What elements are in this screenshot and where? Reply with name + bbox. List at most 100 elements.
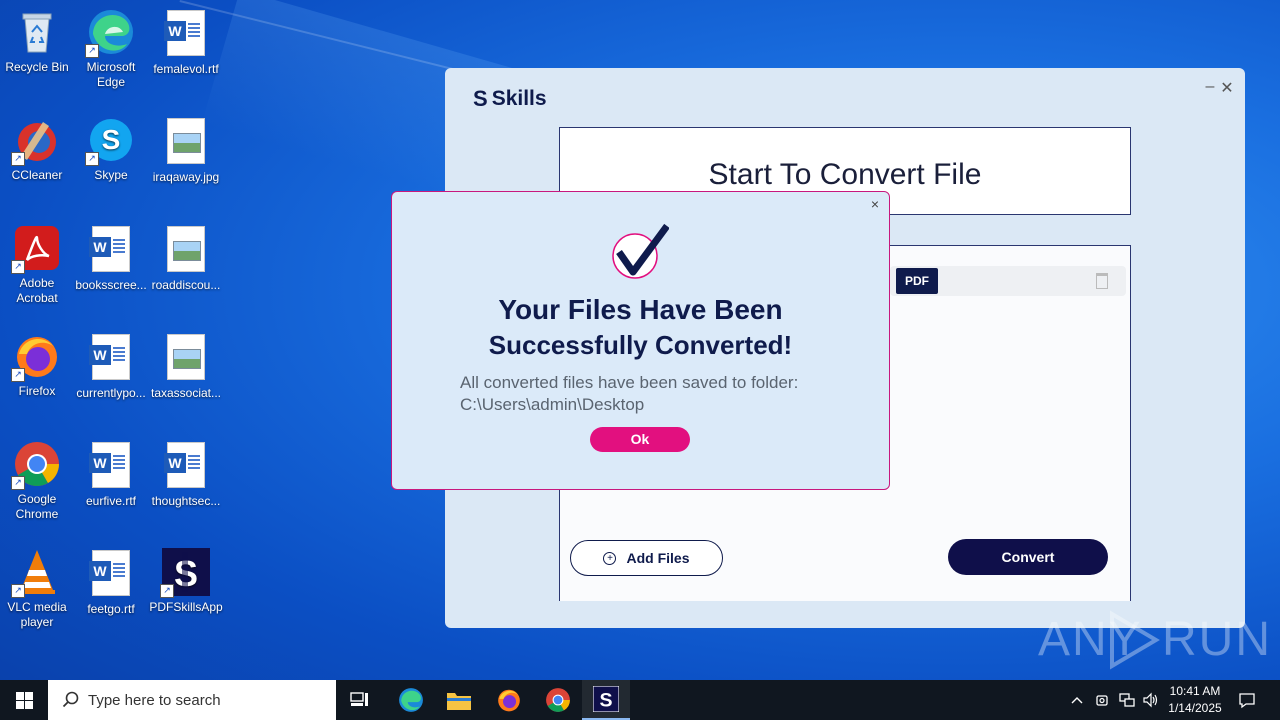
shortcut-arrow-icon: ↗ [11, 260, 25, 274]
desktop-icon-adobe-acrobat[interactable]: ↗ Adobe Acrobat [0, 224, 74, 306]
word-document-icon: W [87, 334, 135, 382]
desktop-icon-label: Microsoft Edge [86, 60, 136, 89]
desktop-icon-label: thoughtsec... [151, 494, 221, 508]
desktop-icon-recycle-bin[interactable]: Recycle Bin [0, 8, 74, 75]
desktop-icon-roaddiscou[interactable]: roaddiscou... [149, 224, 223, 293]
desktop-icon-eurfive[interactable]: W eurfive.rtf [74, 440, 148, 509]
svg-text:S: S [599, 690, 612, 712]
desktop-icon-pdfskillsapp[interactable]: S ↗ PDFSkillsApp [149, 548, 223, 615]
firefox-icon: ↗ [11, 332, 61, 382]
trash-icon[interactable] [1096, 273, 1108, 289]
watermark-play-icon [1110, 610, 1160, 670]
desktop-icon-google-chrome[interactable]: ↗ Google Chrome [0, 440, 74, 522]
image-file-icon [162, 226, 210, 274]
taskbar-pdfskills[interactable]: S [582, 680, 630, 720]
image-file-icon [162, 334, 210, 382]
shortcut-arrow-icon: ↗ [11, 476, 25, 490]
taskbar-chrome[interactable] [534, 680, 582, 720]
desktop-icon-thoughtsec[interactable]: W thoughtsec... [149, 440, 223, 509]
desktop-icon-label: eurfive.rtf [85, 494, 136, 508]
add-circle-icon: + [603, 551, 617, 565]
recycle-bin-icon [13, 8, 61, 56]
search-placeholder: Type here to search [88, 691, 221, 709]
add-files-label: Add Files [626, 550, 690, 566]
taskbar-edge[interactable] [387, 680, 435, 720]
start-button[interactable] [0, 680, 48, 720]
edge-icon [399, 688, 423, 712]
success-dialog: × Your Files Have Been Successfully Conv… [391, 191, 890, 490]
network-icon [1119, 693, 1135, 707]
word-document-icon: W [87, 442, 135, 490]
convert-button[interactable]: Convert [948, 539, 1108, 575]
shortcut-arrow-icon: ↗ [160, 584, 174, 598]
show-hidden-icons-button[interactable] [1070, 680, 1084, 720]
taskbar: Type here to search S 10:41 AM 1/14/2025 [0, 680, 1280, 720]
meet-now-button[interactable] [1095, 680, 1111, 720]
desktop-icon-label: Skype [94, 168, 128, 182]
desktop-icon-label: Google Chrome [15, 492, 59, 521]
word-document-icon: W [162, 10, 210, 58]
volume-button[interactable] [1142, 680, 1160, 720]
shortcut-arrow-icon: ↗ [11, 368, 25, 382]
svg-text:S: S [102, 124, 121, 155]
desktop-icon-label: Recycle Bin [5, 60, 69, 74]
desktop-icon-label: booksscree... [75, 278, 147, 292]
page-title: Start To Convert File [708, 158, 982, 191]
desktop-icon-iraqaway[interactable]: iraqaway.jpg [149, 116, 223, 185]
desktop-icon-label: taxassociat... [150, 386, 222, 400]
shortcut-arrow-icon: ↗ [11, 584, 25, 598]
image-file-icon [162, 118, 210, 166]
shortcut-arrow-icon: ↗ [85, 44, 99, 58]
close-window-button[interactable]: ✕ [1219, 78, 1235, 98]
desktop-icon-currentlypo[interactable]: W currentlypo... [74, 332, 148, 401]
acrobat-icon: ↗ [11, 224, 61, 274]
taskbar-file-explorer[interactable] [435, 680, 483, 720]
desktop-icon-microsoft-edge[interactable]: ↗ Microsoft Edge [74, 8, 148, 90]
shortcut-arrow-icon: ↗ [85, 152, 99, 166]
close-dialog-button[interactable]: × [871, 196, 879, 212]
ccleaner-icon: ↗ [11, 116, 61, 166]
desktop-icon-label: PDFSkillsApp [149, 600, 223, 614]
desktop-icon-skype[interactable]: S ↗ Skype [74, 116, 148, 183]
dialog-message: All converted files have been saved to f… [460, 372, 840, 416]
desktop-icon-booksscree[interactable]: W booksscree... [74, 224, 148, 293]
edge-icon: ↗ [85, 8, 135, 58]
task-view-icon [350, 692, 368, 706]
dialog-message-line1: All converted files have been saved to f… [460, 373, 799, 392]
taskbar-clock[interactable]: 10:41 AM 1/14/2025 [1160, 683, 1230, 717]
desktop-icon-vlc[interactable]: ↗ VLC media player [0, 548, 74, 630]
pdfskills-app-icon: S [593, 686, 619, 712]
desktop-icon-firefox[interactable]: ↗ Firefox [0, 332, 74, 399]
taskbar-search[interactable]: Type here to search [48, 680, 336, 720]
action-center-button[interactable] [1238, 680, 1256, 720]
network-button[interactable] [1118, 680, 1136, 720]
task-view-button[interactable] [336, 680, 384, 720]
app-logo: S Skills [473, 86, 547, 112]
word-document-icon: W [87, 550, 135, 598]
desktop-icon-femalevol[interactable]: W femalevol.rtf [149, 8, 223, 77]
desktop-icon-label: roaddiscou... [151, 278, 221, 292]
skype-icon: S ↗ [85, 116, 135, 166]
desktop-icon-taxassociat[interactable]: taxassociat... [149, 332, 223, 401]
desktop-icon-ccleaner[interactable]: ↗ CCleaner [0, 116, 74, 183]
ok-button[interactable]: Ok [590, 427, 690, 452]
checkmark-icon [609, 222, 670, 282]
notification-icon [1239, 693, 1255, 709]
desktop-icon-label: Firefox [18, 384, 56, 398]
desktop-icon-feetgo[interactable]: W feetgo.rtf [74, 548, 148, 617]
desktop-icon-label: VLC media player [7, 600, 67, 629]
firefox-icon [498, 689, 520, 712]
shortcut-arrow-icon: ↗ [11, 152, 25, 166]
pdfskills-app-icon: S ↗ [160, 548, 210, 598]
word-document-icon: W [162, 442, 210, 490]
windows-logo-icon [16, 692, 33, 709]
vlc-icon: ↗ [11, 548, 61, 598]
word-document-icon: W [87, 226, 135, 274]
desktop-icon-label: iraqaway.jpg [152, 170, 220, 184]
minimize-button[interactable]: – [1202, 78, 1218, 96]
desktop-icon-label: CCleaner [11, 168, 63, 182]
chrome-icon [546, 688, 570, 712]
taskbar-firefox[interactable] [485, 680, 533, 720]
add-files-button[interactable]: + Add Files [570, 540, 723, 576]
dialog-title-line1: Your Files Have Been [498, 294, 783, 325]
